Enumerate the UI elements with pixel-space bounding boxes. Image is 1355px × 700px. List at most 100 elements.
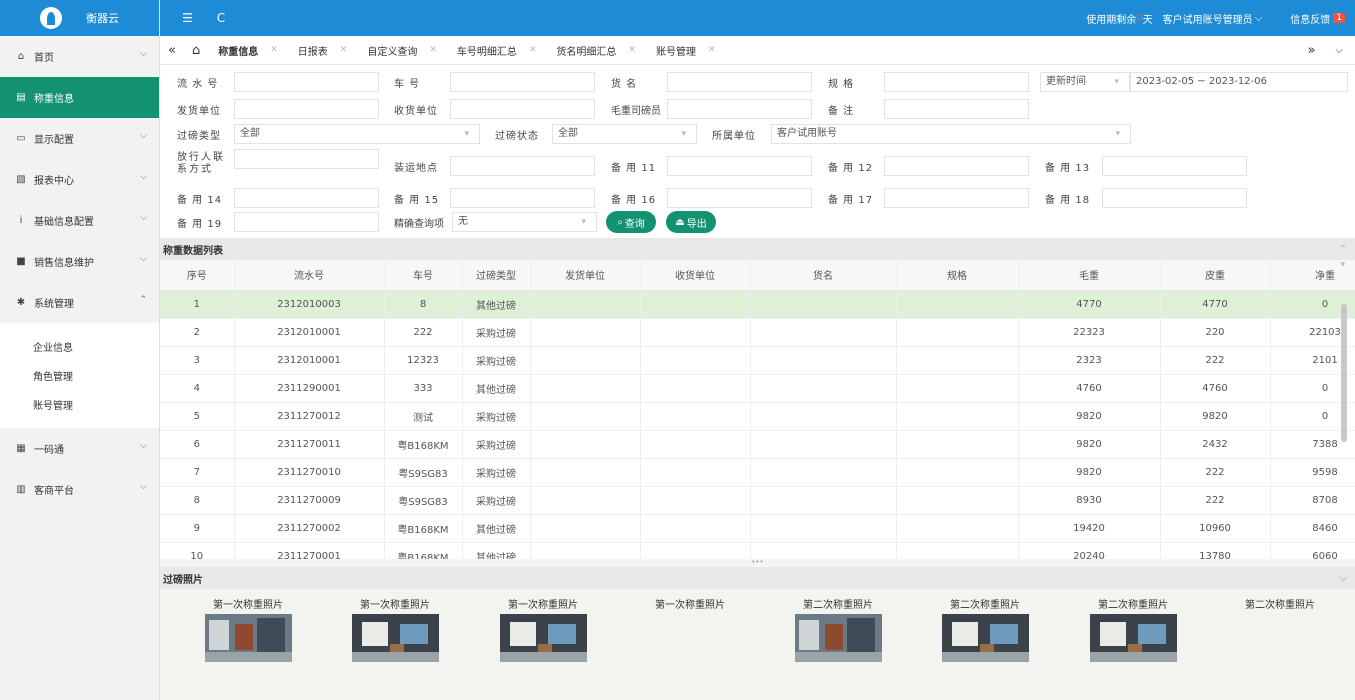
b14-input[interactable] — [234, 188, 379, 208]
close-icon[interactable]: ✕ — [429, 45, 437, 55]
weigh-photo[interactable] — [794, 614, 882, 662]
remark-input[interactable] — [884, 99, 1029, 119]
table-row[interactable]: 5 2311270012 测试 采购过磅 9820 9820 0 — [160, 402, 1355, 431]
table-row[interactable]: 9 2311270002 粤B168KM 其他过磅 19420 10960 8460 — [160, 514, 1355, 543]
close-icon[interactable]: ✕ — [270, 45, 278, 55]
serial-input[interactable] — [234, 72, 379, 92]
weigh-type-select[interactable]: 全部 — [234, 124, 480, 144]
tabs-more-icon[interactable]: ⌵ — [1325, 36, 1355, 65]
table-cell: 2312010001 — [234, 318, 385, 347]
tab-2[interactable]: 自定义查询 ✕ — [357, 36, 447, 65]
spec-input[interactable] — [884, 72, 1029, 92]
column-header[interactable]: 发货单位 — [530, 260, 641, 291]
column-header[interactable]: 收货单位 — [640, 260, 751, 291]
b13-input[interactable] — [1102, 156, 1247, 176]
tabs-forward-icon[interactable]: » — [1297, 36, 1325, 65]
query-button[interactable]: ⌕ 查询 — [606, 211, 656, 233]
tabs-home-icon[interactable]: ⌂ — [184, 36, 208, 65]
expand-icon[interactable]: ⌵ — [1339, 573, 1347, 584]
column-header[interactable]: 皮重 — [1160, 260, 1271, 291]
tabs-back-icon[interactable]: « — [160, 36, 184, 65]
user-menu[interactable]: 客户试用账号管理员 — [1163, 11, 1253, 26]
feedback-link[interactable]: 信息反馈 — [1290, 11, 1330, 26]
column-header[interactable]: 货名 — [750, 260, 897, 291]
chevron-down-icon[interactable]: ⌵ — [1255, 13, 1263, 24]
date-type-select[interactable]: 更新时间 — [1040, 72, 1130, 92]
column-header[interactable]: 过磅类型 — [462, 260, 531, 291]
tab-3[interactable]: 车号明细汇总 ✕ — [447, 36, 547, 65]
table-row[interactable]: 2 2312010001 222 采购过磅 22323 220 22103 — [160, 318, 1355, 347]
tab-4[interactable]: 货名明细汇总 ✕ — [546, 36, 646, 65]
scrollbar-thumb[interactable] — [1341, 304, 1347, 442]
weigh-photo[interactable] — [499, 614, 587, 662]
sidebar-item-weigh[interactable]: ▤ 称重信息 — [0, 77, 159, 118]
column-header[interactable]: 毛重 — [1018, 260, 1161, 291]
close-icon[interactable]: ✕ — [529, 45, 537, 55]
sender-input[interactable] — [234, 99, 379, 119]
table-row[interactable]: 3 2312010001 12323 采购过磅 2323 222 2101 — [160, 346, 1355, 375]
close-icon[interactable]: ✕ — [628, 45, 636, 55]
table-row[interactable]: 4 2311290001 333 其他过磅 4760 4760 0 — [160, 374, 1355, 403]
sidebar-subitem[interactable]: 账号管理 — [0, 390, 159, 419]
table-row[interactable]: 10 2311270001 粤B168KM 其他过磅 20240 13780 6060 — [160, 542, 1355, 559]
table-cell: 222 — [384, 318, 463, 347]
table-row[interactable]: 8 2311270009 粤S9SG83 采购过磅 8930 222 8708 — [160, 486, 1355, 515]
sidebar-item-home[interactable]: ⌂ 首页 ⌵ — [0, 36, 159, 77]
sidebar-subitem[interactable]: 企业信息 — [0, 332, 159, 361]
sidebar-subitem[interactable]: 角色管理 — [0, 361, 159, 390]
sidebar-item-sales[interactable]: ■ 销售信息维护 ⌵ — [0, 241, 159, 282]
collapse-icon[interactable]: ⌃ — [1339, 244, 1347, 255]
menu-toggle-icon[interactable]: ☰ — [182, 11, 193, 25]
resize-handle[interactable]: ••• — [160, 559, 1355, 567]
table-cell: 其他过磅 — [462, 514, 531, 543]
column-header[interactable]: 序号 — [160, 260, 235, 291]
date-range-input[interactable]: 2023-02-05 ~ 2023-12-06 — [1130, 72, 1348, 92]
b19-input[interactable] — [234, 212, 379, 232]
car-input[interactable] — [450, 72, 595, 92]
close-icon[interactable]: ✕ — [708, 45, 716, 55]
table-row[interactable]: 6 2311270011 粤B168KM 采购过磅 9820 2432 7388 — [160, 430, 1355, 459]
sidebar-item-monitor[interactable]: ▭ 显示配置 ⌵ — [0, 118, 159, 159]
photo-caption: 第一次称重照片 — [655, 600, 725, 611]
b16-input[interactable] — [667, 188, 812, 208]
sidebar-item-qrcode[interactable]: ▦ 一码通 ⌵ — [0, 428, 159, 469]
weigh-photo[interactable] — [941, 614, 1029, 662]
label-load: 装运地点 — [394, 163, 438, 174]
tab-1[interactable]: 日报表 ✕ — [288, 36, 358, 65]
receiver-input[interactable] — [450, 99, 595, 119]
table-row[interactable]: 7 2311270010 粤S9SG83 采购过磅 9820 222 9598 — [160, 458, 1355, 487]
sidebar-item-label: 称重信息 — [34, 94, 74, 105]
export-button[interactable]: ⏏ 导出 — [666, 211, 716, 233]
sidebar-item-platform[interactable]: ▥ 客商平台 ⌵ — [0, 469, 159, 510]
weigh-status-select[interactable]: 全部 — [552, 124, 697, 144]
b11-input[interactable] — [667, 156, 812, 176]
column-header[interactable]: 规格 — [896, 260, 1019, 291]
table-scrollbar[interactable] — [1341, 290, 1347, 559]
table-cell: 采购过磅 — [462, 486, 531, 515]
exact-select[interactable]: 无 — [452, 212, 597, 232]
column-header[interactable]: 流水号 — [234, 260, 385, 291]
tab-0[interactable]: 称重信息 ✕ — [208, 36, 288, 65]
table-row[interactable]: 1 2312010003 8 其他过磅 4770 4770 0 — [160, 290, 1355, 319]
sidebar-item-gear[interactable]: ✱ 系统管理 ⌃ — [0, 282, 159, 323]
sidebar-item-info[interactable]: i 基础信息配置 ⌵ — [0, 200, 159, 241]
table-cell — [896, 402, 1019, 431]
b15-input[interactable] — [450, 188, 595, 208]
load-input[interactable] — [450, 156, 595, 176]
close-icon[interactable]: ✕ — [340, 45, 348, 55]
goods-input[interactable] — [667, 72, 812, 92]
driver-input[interactable] — [667, 99, 812, 119]
contact-input[interactable] — [234, 149, 379, 169]
weigh-photo[interactable] — [204, 614, 292, 662]
column-header[interactable]: 车号 — [384, 260, 463, 291]
tab-5[interactable]: 账号管理 ✕ — [646, 36, 726, 65]
b17-input[interactable] — [884, 188, 1029, 208]
b18-input[interactable] — [1102, 188, 1247, 208]
unit-select[interactable]: 客户试用账号 — [771, 124, 1131, 144]
refresh-icon[interactable]: C — [217, 11, 225, 25]
weigh-photo[interactable] — [351, 614, 439, 662]
b12-input[interactable] — [884, 156, 1029, 176]
weigh-photo[interactable] — [1089, 614, 1177, 662]
gear-icon: ✱ — [16, 297, 26, 308]
sidebar-item-report[interactable]: ▧ 报表中心 ⌵ — [0, 159, 159, 200]
